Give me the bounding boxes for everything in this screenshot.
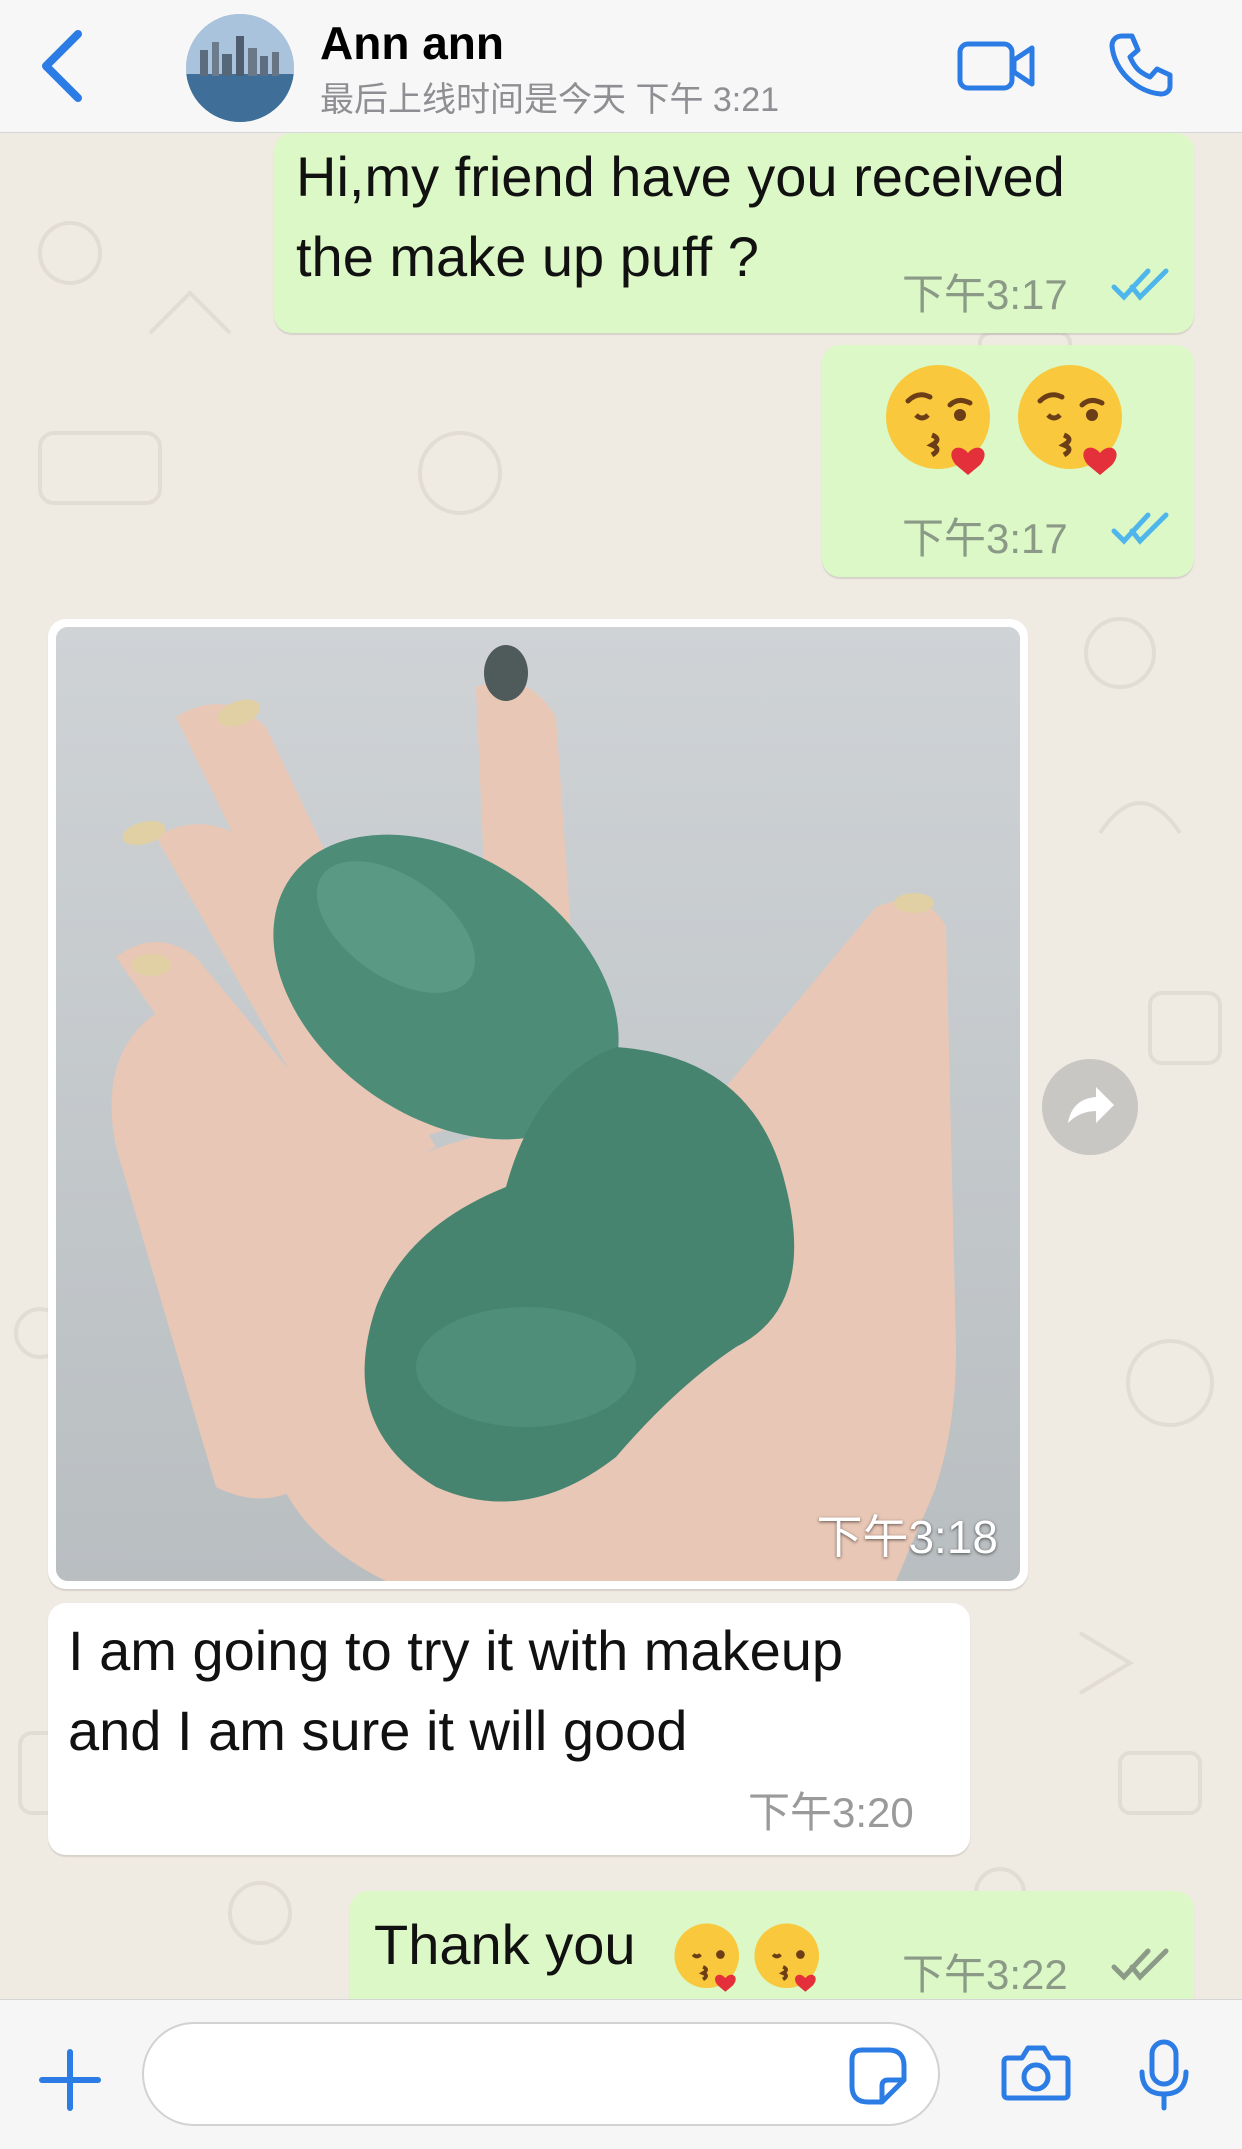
outgoing-message-bubble[interactable]: 下午3:17 — [822, 345, 1194, 577]
microphone-icon[interactable] — [1136, 2038, 1192, 2114]
chevron-left-icon[interactable] — [34, 26, 94, 106]
message-input-bar — [0, 1999, 1242, 2149]
sticker-icon[interactable] — [848, 2046, 908, 2106]
outgoing-message-bubble[interactable]: Thank you 下午3:22 — [350, 1891, 1194, 1999]
message-text: and I am sure it will good — [68, 1699, 688, 1762]
delivered-receipt-icon — [1111, 1948, 1169, 1981]
plus-icon[interactable] — [36, 2046, 104, 2114]
chat-header: Ann ann 最后上线时间是今天 下午 3:21 — [0, 0, 1242, 133]
forward-button[interactable] — [1042, 1059, 1138, 1155]
outgoing-message-bubble[interactable]: Hi,my friend have you received the make … — [274, 133, 1194, 333]
message-timestamp: 下午3:17 — [902, 271, 1068, 318]
phone-icon[interactable] — [1106, 30, 1176, 100]
contact-name[interactable]: Ann ann — [320, 16, 504, 70]
message-text: I am going to try it with makeup — [68, 1619, 844, 1682]
message-timestamp: 下午3:22 — [902, 1951, 1068, 1998]
message-timestamp: 下午3:17 — [902, 515, 1068, 562]
avatar[interactable] — [186, 14, 294, 122]
kissing-face-with-heart-icon — [754, 1923, 820, 1992]
message-text: the make up puff ? — [296, 225, 759, 288]
message-input-field[interactable] — [142, 2022, 940, 2126]
kissing-face-with-heart-icon — [886, 365, 990, 475]
forward-arrow-icon — [1068, 1087, 1114, 1123]
image-timestamp: 下午3:18 — [816, 1511, 998, 1563]
video-camera-icon[interactable] — [956, 36, 1036, 96]
message-photo[interactable]: 下午3:18 — [56, 627, 1020, 1581]
message-text: Thank you — [374, 1913, 636, 1976]
incoming-image-message[interactable]: 下午3:18 — [48, 619, 1028, 1589]
read-receipt-icon — [1111, 268, 1169, 301]
kissing-face-with-heart-icon — [674, 1923, 740, 1992]
incoming-message-bubble[interactable]: I am going to try it with makeup and I a… — [48, 1603, 970, 1855]
camera-icon[interactable] — [1000, 2042, 1072, 2102]
kissing-face-with-heart-icon — [1018, 365, 1122, 475]
message-text: Hi,my friend have you received — [296, 145, 1065, 208]
last-seen-status: 最后上线时间是今天 下午 3:21 — [320, 81, 780, 119]
message-timestamp: 下午3:20 — [748, 1789, 914, 1836]
chat-area[interactable]: Hi,my friend have you received the make … — [0, 133, 1242, 1999]
read-receipt-icon — [1111, 512, 1169, 545]
